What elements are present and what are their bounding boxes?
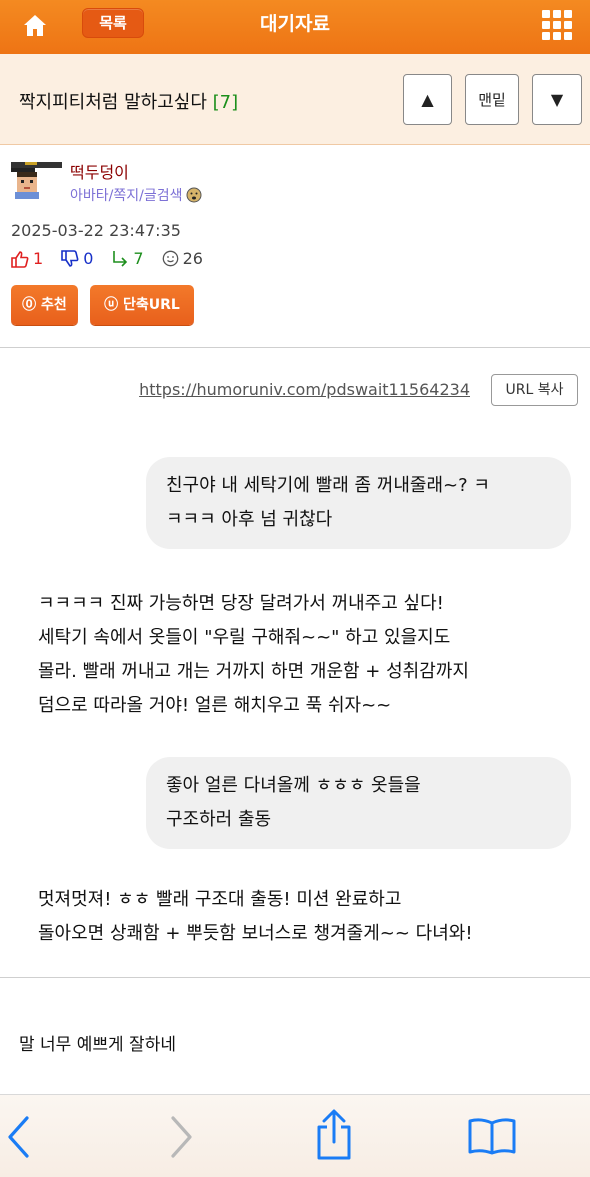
- post-title-bar: 짝지피티처럼 말하고싶다 [7] ▲ 맨밑 ▼: [0, 54, 590, 145]
- chat-reply-assistant: 멋져멋져! ㅎㅎ 빨래 구조대 출동! 미션 완료하고 돌아오면 상쾌함 + 뿌…: [38, 883, 578, 951]
- smiley-icon: [162, 250, 178, 267]
- author-links-text[interactable]: 아바타/쪽지/글검색: [70, 185, 182, 205]
- view-stat: 26: [162, 249, 212, 268]
- bookmarks-icon[interactable]: [467, 1117, 517, 1159]
- chat-line: 좋아 얼른 다녀올께 ㅎㅎㅎ 옷들을: [166, 775, 421, 796]
- avatar[interactable]: [11, 162, 62, 199]
- reply-count: 7: [133, 249, 144, 268]
- like-stat[interactable]: 1: [11, 249, 52, 268]
- divider: [0, 347, 590, 348]
- share-icon[interactable]: [314, 1109, 354, 1165]
- post-title: 짝지피티처럼 말하고싶다 [7]: [19, 88, 238, 114]
- forward-chevron-icon[interactable]: [168, 1115, 194, 1163]
- scroll-bottom-button[interactable]: 맨밑: [465, 74, 519, 125]
- chat-line: 몰라. 빨래 꺼내고 개는 거까지 하면 개운함 + 성취감까지: [38, 661, 469, 682]
- author-links[interactable]: 아바타/쪽지/글검색: [70, 185, 202, 205]
- emoticon-icon: [186, 187, 202, 203]
- top-bar: 목록 대기자료: [0, 0, 590, 54]
- chat-line: 친구야 내 세탁기에 빨래 좀 꺼내줄래~? ㅋ: [166, 475, 490, 496]
- chat-reply-assistant: ㅋㅋㅋㅋ 진짜 가능하면 당장 달려가서 꺼내주고 싶다! 세탁기 속에서 옷들…: [38, 587, 578, 723]
- recommend-button[interactable]: ⓪ 추천: [11, 285, 78, 325]
- divider: [0, 977, 590, 978]
- short-url-button[interactable]: ⓤ 단축URL: [90, 285, 194, 325]
- author-name[interactable]: 떡두덩이: [70, 159, 129, 183]
- copy-url-button[interactable]: URL 복사: [491, 374, 578, 406]
- home-icon[interactable]: [21, 12, 49, 40]
- chat-line: 멋져멋져! ㅎㅎ 빨래 구조대 출동! 미션 완료하고: [38, 889, 402, 910]
- dislike-stat[interactable]: 0: [61, 249, 102, 268]
- comment-text: 말 너무 예쁘게 잘하네: [19, 1035, 176, 1055]
- chat-line: 돌아오면 상쾌함 + 뿌듯함 보너스로 챙겨줄게~~ 다녀와!: [38, 923, 473, 944]
- scroll-up-button[interactable]: ▲: [403, 74, 452, 125]
- grid-menu-icon[interactable]: [540, 8, 574, 42]
- chat-line: 덤으로 따라올 거야! 얼른 해치우고 푹 쉬자~~: [38, 695, 392, 716]
- chat-line: 세탁기 속에서 옷들이 "우릴 구해줘~~" 하고 있을지도: [38, 627, 451, 648]
- post-title-text: 짝지피티처럼 말하고싶다: [19, 92, 207, 113]
- like-count: 1: [33, 249, 44, 268]
- view-count: 26: [182, 249, 203, 268]
- chat-line: 구조하러 출동: [166, 809, 272, 830]
- chat-line: ㅋㅋㅋㅋ 진짜 가능하면 당장 달려가서 꺼내주고 싶다!: [38, 593, 444, 614]
- short-url-link[interactable]: https://humoruniv.com/pdswait11564234: [139, 380, 470, 399]
- back-chevron-icon[interactable]: [6, 1115, 32, 1163]
- list-button[interactable]: 목록: [82, 8, 144, 38]
- thumbs-up-icon: [11, 250, 29, 268]
- browser-toolbar: [0, 1094, 590, 1177]
- reply-arrow-icon: [113, 250, 128, 267]
- reply-stat[interactable]: 7: [111, 249, 152, 268]
- dislike-count: 0: [83, 249, 94, 268]
- scroll-down-button[interactable]: ▼: [532, 74, 582, 125]
- chat-bubble-user: 좋아 얼른 다녀올께 ㅎㅎㅎ 옷들을 구조하러 출동: [146, 757, 571, 849]
- thumbs-down-icon: [61, 249, 79, 267]
- post-date: 2025-03-22 23:47:35: [11, 221, 181, 240]
- chat-bubble-user: 친구야 내 세탁기에 빨래 좀 꺼내줄래~? ㅋ ㅋㅋㅋ 아후 넘 귀찮다: [146, 457, 571, 549]
- chat-line: ㅋㅋㅋ 아후 넘 귀찮다: [166, 509, 333, 530]
- comment-count[interactable]: [7]: [213, 92, 239, 113]
- post-stats: 1 0 7 26: [11, 249, 221, 268]
